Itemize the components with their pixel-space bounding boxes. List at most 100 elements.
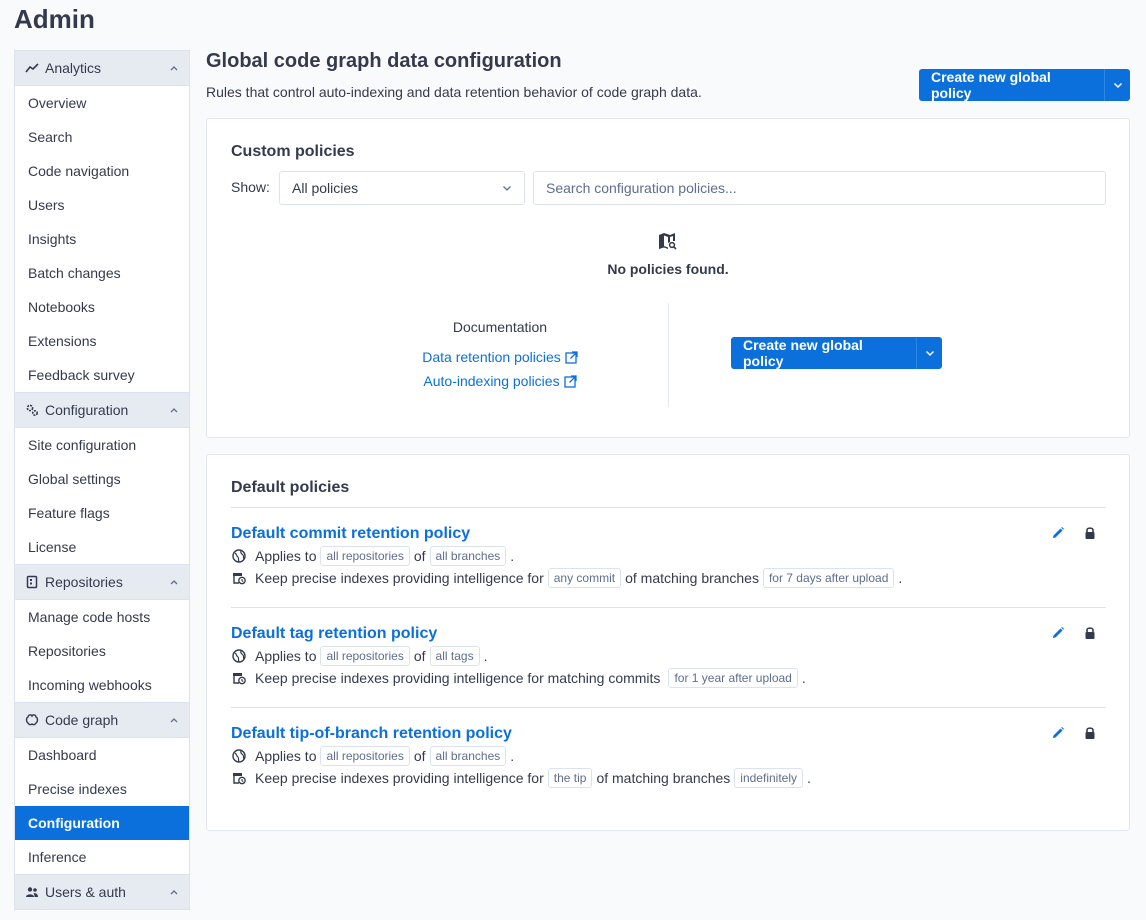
sidebar-group-users-auth[interactable]: Users & auth	[14, 874, 190, 910]
sidebar-group-code-graph[interactable]: Code graph	[14, 702, 190, 738]
sidebar-item-manage-code-hosts[interactable]: Manage code hosts	[15, 600, 189, 634]
create-policy-dropdown-toggle[interactable]	[916, 337, 942, 369]
create-global-policy-button[interactable]: Create new global policy	[731, 337, 916, 369]
sidebar-item-site-configuration[interactable]: Site configuration	[15, 428, 189, 462]
policy-item: Default tip-of-branch retention policy A…	[231, 723, 1106, 789]
brain-icon	[23, 711, 41, 729]
of-label: of	[413, 648, 426, 664]
retention-duration-badge: for 7 days after upload	[762, 568, 895, 588]
data-retention-docs-link[interactable]: Data retention policies	[375, 345, 625, 369]
commit-scope-badge: the tip	[547, 768, 593, 788]
sidebar-group-label: Code graph	[45, 712, 119, 728]
chevron-up-icon	[169, 405, 179, 415]
search-policies-input[interactable]	[533, 171, 1106, 205]
sidebar-item-search[interactable]: Search	[15, 120, 189, 154]
admin-title: Admin	[14, 4, 95, 34]
pencil-icon[interactable]	[1050, 625, 1066, 641]
sidebar-item-repositories[interactable]: Repositories	[15, 634, 189, 668]
sidebar-group-items-repositories: Manage code hosts Repositories Incoming …	[14, 600, 190, 702]
chevron-down-icon	[1113, 82, 1122, 88]
sidebar-item-feature-flags[interactable]: Feature flags	[15, 496, 189, 530]
divider	[231, 707, 1106, 708]
policy-name-link[interactable]: Default tag retention policy	[231, 623, 1106, 645]
sidebar-item-configuration-active[interactable]: Configuration	[15, 806, 189, 840]
policy-item: Default commit retention policy Applies …	[231, 523, 1106, 589]
commit-scope-badge: any commit	[547, 568, 622, 588]
sidebar-item-feedback-survey[interactable]: Feedback survey	[15, 358, 189, 392]
external-link-icon	[563, 375, 577, 388]
globe-icon	[231, 548, 247, 564]
policy-applies-row: Applies to all repositories of all branc…	[231, 545, 1106, 567]
auto-indexing-docs-link[interactable]: Auto-indexing policies	[375, 369, 625, 393]
sidebar-item-incoming-webhooks[interactable]: Incoming webhooks	[15, 668, 189, 702]
sidebar-item-users[interactable]: Users	[15, 188, 189, 222]
repository-scope-badge: all repositories	[320, 746, 410, 766]
create-global-policy-button[interactable]: Create new global policy	[919, 69, 1104, 101]
show-filter-label: Show:	[231, 179, 270, 195]
sidebar-group-configuration[interactable]: Configuration	[14, 392, 190, 428]
pencil-icon[interactable]	[1050, 725, 1066, 741]
sidebar-group-items-code-graph: Dashboard Precise indexes Configuration …	[14, 738, 190, 874]
retention-prefix-text: Keep precise indexes providing intellige…	[255, 570, 544, 586]
sidebar-group-label: Configuration	[45, 402, 129, 418]
chart-line-icon	[23, 59, 41, 77]
policy-name-link[interactable]: Default commit retention policy	[231, 523, 1106, 545]
pencil-icon[interactable]	[1050, 525, 1066, 541]
retention-duration-badge: indefinitely	[734, 768, 803, 788]
policy-filter-select[interactable]: All policies	[279, 171, 525, 205]
map-search-icon	[659, 233, 677, 250]
empty-state-text: No policies found.	[607, 261, 729, 277]
policy-retention-row: Keep precise indexes providing intellige…	[231, 567, 1106, 589]
sidebar-item-license[interactable]: License	[15, 530, 189, 564]
create-global-policy-split-button: Create new global policy	[919, 69, 1130, 101]
sidebar-item-code-navigation[interactable]: Code navigation	[15, 154, 189, 188]
retention-duration-badge: for 1 year after upload	[668, 668, 798, 688]
retention-prefix-text: Keep precise indexes providing intellige…	[255, 670, 661, 686]
sidebar-group-items-configuration: Site configuration Global settings Featu…	[14, 428, 190, 564]
sidebar-group-analytics[interactable]: Analytics	[14, 50, 190, 86]
of-label: of	[413, 748, 426, 764]
divider	[231, 607, 1106, 608]
policy-retention-row: Keep precise indexes providing intellige…	[231, 667, 1106, 689]
policy-name-link[interactable]: Default tip-of-branch retention policy	[231, 723, 1106, 745]
of-label: of	[413, 548, 426, 564]
sidebar-item-inference[interactable]: Inference	[15, 840, 189, 874]
repository-icon	[23, 573, 41, 591]
retention-middle-text: of matching branches	[596, 770, 731, 786]
policy-retention-row: Keep precise indexes providing intellige…	[231, 767, 1106, 789]
sidebar-item-insights[interactable]: Insights	[15, 222, 189, 256]
external-link-icon	[565, 351, 578, 364]
sidebar-item-precise-indexes[interactable]: Precise indexes	[15, 772, 189, 806]
create-policy-dropdown-toggle[interactable]	[1104, 69, 1130, 101]
sidebar-item-notebooks[interactable]: Notebooks	[15, 290, 189, 324]
sidebar-item-extensions[interactable]: Extensions	[15, 324, 189, 358]
chevron-up-icon	[169, 63, 179, 73]
divider	[231, 507, 1106, 508]
page-title: Global code graph data configuration	[206, 50, 562, 72]
globe-icon	[231, 648, 247, 664]
archive-clock-icon	[231, 670, 247, 686]
retention-prefix-text: Keep precise indexes providing intellige…	[255, 770, 544, 786]
sidebar-item-dashboard[interactable]: Dashboard	[15, 738, 189, 772]
repository-scope-badge: all repositories	[320, 646, 410, 666]
sidebar-item-global-settings[interactable]: Global settings	[15, 462, 189, 496]
create-global-policy-split-button-empty-state: Create new global policy	[731, 337, 942, 369]
documentation-title: Documentation	[452, 319, 548, 335]
sidebar-group-repositories[interactable]: Repositories	[14, 564, 190, 600]
documentation-section: Documentation Data retention policies Au…	[375, 319, 625, 393]
custom-policies-title: Custom policies	[231, 143, 355, 160]
chevron-up-icon	[169, 715, 179, 725]
policy-applies-row: Applies to all repositories of all tags.	[231, 645, 1106, 667]
lock-icon	[1085, 627, 1095, 639]
default-policies-card: Default policies Default commit retentio…	[206, 454, 1130, 831]
page-subtitle: Rules that control auto-indexing and dat…	[206, 84, 702, 100]
sidebar-item-overview[interactable]: Overview	[15, 86, 189, 120]
lock-icon	[1085, 527, 1095, 539]
sidebar-item-batch-changes[interactable]: Batch changes	[15, 256, 189, 290]
applies-to-label: Applies to	[255, 548, 317, 564]
repository-scope-badge: all repositories	[320, 546, 410, 566]
custom-policies-card: Custom policies Show: All policies No po…	[206, 118, 1130, 438]
sidebar-group-label: Users & auth	[45, 884, 126, 900]
cogs-icon	[23, 401, 41, 419]
policy-filter-value: All policies	[292, 180, 359, 196]
